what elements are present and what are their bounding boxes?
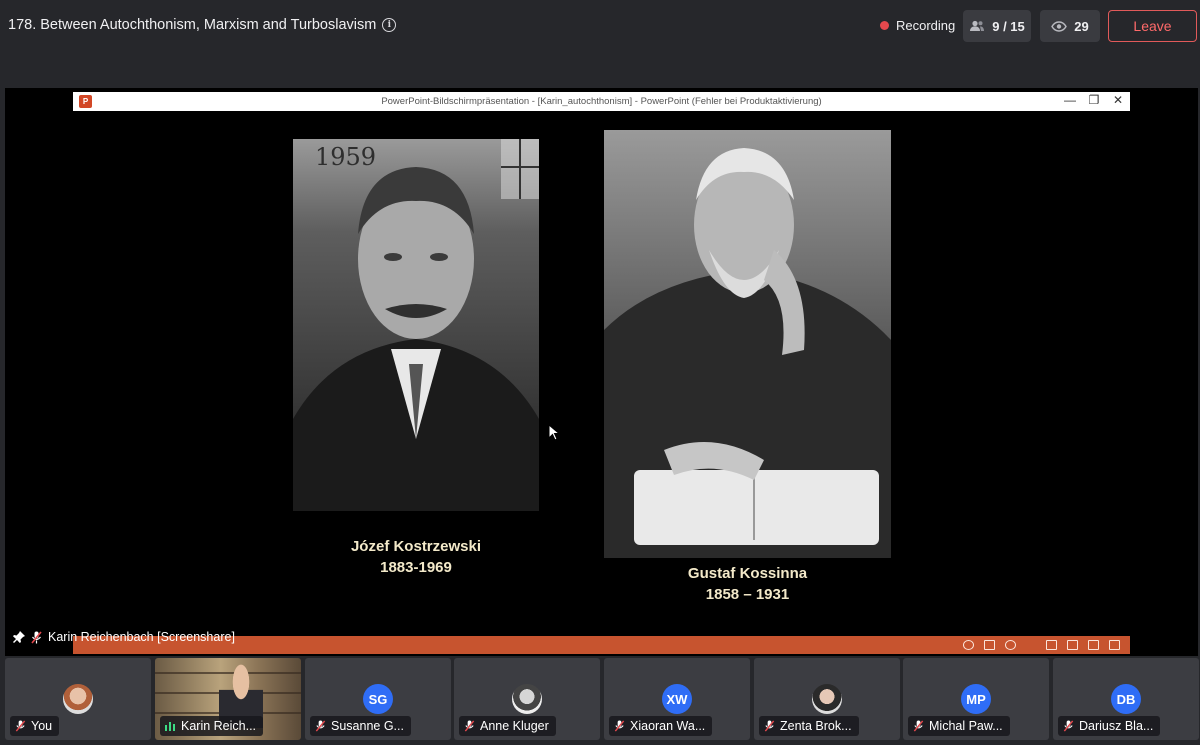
recording-indicator: Recording [880, 18, 955, 33]
participant-name: Karin Reich... [181, 719, 257, 733]
avatar-initials: MP [961, 684, 991, 714]
minimize-icon: — [1064, 93, 1076, 107]
previous-slide-icon[interactable] [963, 640, 974, 650]
participant-tile-anne[interactable]: Anne Kluger [454, 658, 600, 740]
normal-view-icon[interactable] [1046, 640, 1057, 650]
recording-label: Recording [896, 18, 956, 33]
avatar [63, 684, 93, 714]
audio-level-icon [165, 722, 175, 731]
leave-button[interactable]: Leave [1108, 10, 1197, 42]
avatar [812, 684, 842, 714]
avatar-initials: DB [1111, 684, 1141, 714]
mic-muted-icon [15, 720, 26, 732]
reading-view-icon[interactable] [1088, 640, 1099, 650]
participant-tile-karin[interactable]: Karin Reich... [155, 658, 301, 740]
participant-name-tag: Anne Kluger [459, 716, 556, 736]
mouse-cursor-icon [548, 424, 560, 441]
participant-tile-susanne[interactable]: SG Susanne G... [305, 658, 451, 740]
participant-tile-dariusz[interactable]: DB Dariusz Bla... [1053, 658, 1199, 740]
participant-name-tag: Xiaoran Wa... [609, 716, 713, 736]
viewers-button[interactable]: 29 [1040, 10, 1100, 42]
photo-inscription: 1959 [315, 143, 376, 171]
caption-kossinna: Gustaf Kossinna 1858 – 1931 [604, 563, 891, 605]
mic-muted-icon [315, 720, 326, 732]
participant-name-tag: Susanne G... [310, 716, 411, 736]
participant-name-tag: Karin Reich... [160, 716, 264, 736]
participant-name-tag: Dariusz Bla... [1058, 716, 1161, 736]
caption-kostrzewski: Józef Kostrzewski 1883-1969 [293, 536, 539, 578]
portrait-kossinna-drawing [604, 130, 891, 558]
next-slide-icon[interactable] [1005, 640, 1016, 650]
avatar-initials: XW [662, 684, 692, 714]
mic-muted-icon [464, 720, 475, 732]
participant-name: You [31, 719, 53, 733]
participant-name: Susanne G... [331, 719, 404, 733]
participants-count: 9 / 15 [992, 18, 1025, 34]
info-icon[interactable]: i [382, 18, 397, 32]
pin-icon[interactable] [13, 631, 25, 643]
slide-sorter-icon[interactable] [1067, 640, 1078, 650]
avatar-initials: SG [363, 684, 393, 714]
participant-name: Anne Kluger [480, 719, 549, 733]
portrait-kostrzewski-drawing: 1959 [293, 139, 539, 511]
restore-icon: ❐ [1088, 93, 1100, 107]
top-bar: 178. Between Autochthonism, Marxism and … [0, 0, 1200, 52]
mic-muted-icon [913, 720, 924, 732]
participant-name: Zenta Brok... [780, 719, 852, 733]
ppt-window-title: PowerPoint-Bildschirmpräsentation - [Kar… [381, 96, 822, 107]
participant-tile-xiaoran[interactable]: XW Xiaoran Wa... [604, 658, 750, 740]
mic-muted-icon [1063, 720, 1074, 732]
avatar [512, 684, 542, 714]
slideshow-view-icon[interactable] [1109, 640, 1120, 650]
meeting-title: 178. Between Autochthonism, Marxism and … [8, 17, 397, 33]
participant-name-tag: Michal Paw... [908, 716, 1010, 736]
mic-muted-icon [31, 630, 42, 644]
screenshare-stage: P PowerPoint-Bildschirmpräsentation - [K… [5, 88, 1198, 656]
mic-muted-icon [764, 720, 775, 732]
recording-dot-icon [880, 21, 889, 30]
participant-name: Dariusz Bla... [1079, 719, 1154, 733]
participant-tile-michal[interactable]: MP Michal Paw... [903, 658, 1049, 740]
participants-button[interactable]: 9 / 15 [963, 10, 1031, 42]
portrait-kostrzewski: 1959 [293, 139, 539, 511]
caption-kossinna-name: Gustaf Kossinna [687, 565, 808, 582]
participant-name: Michal Paw... [929, 719, 1003, 733]
presenter-label: Karin Reichenbach [Screenshare] [13, 630, 235, 644]
participant-name-tag: You [10, 716, 60, 736]
slide-menu-icon[interactable] [984, 640, 995, 650]
people-icon [970, 20, 985, 31]
participant-tile-you[interactable]: You [5, 658, 151, 740]
caption-kostrzewski-name: Józef Kostrzewski [350, 538, 482, 555]
caption-kossinna-years: 1858 – 1931 [705, 586, 790, 603]
participant-name: Xiaoran Wa... [630, 719, 706, 733]
portrait-kossinna [604, 130, 891, 558]
mic-muted-icon [614, 720, 625, 732]
viewers-count: 29 [1074, 18, 1089, 34]
caption-kostrzewski-years: 1883-1969 [380, 559, 452, 576]
close-icon: ✕ [1112, 93, 1124, 107]
meeting-title-text: 178. Between Autochthonism, Marxism and … [8, 17, 377, 33]
participant-tile-zenta[interactable]: Zenta Brok... [754, 658, 900, 740]
eye-icon [1051, 20, 1068, 32]
ppt-window-titlebar: P PowerPoint-Bildschirmpräsentation - [K… [73, 92, 1130, 111]
participant-name-tag: Zenta Brok... [759, 716, 859, 736]
powerpoint-logo-icon: P [79, 95, 92, 108]
window-controls: — ❐ ✕ [1064, 93, 1124, 107]
presenter-name: Karin Reichenbach [Screenshare] [48, 630, 235, 644]
